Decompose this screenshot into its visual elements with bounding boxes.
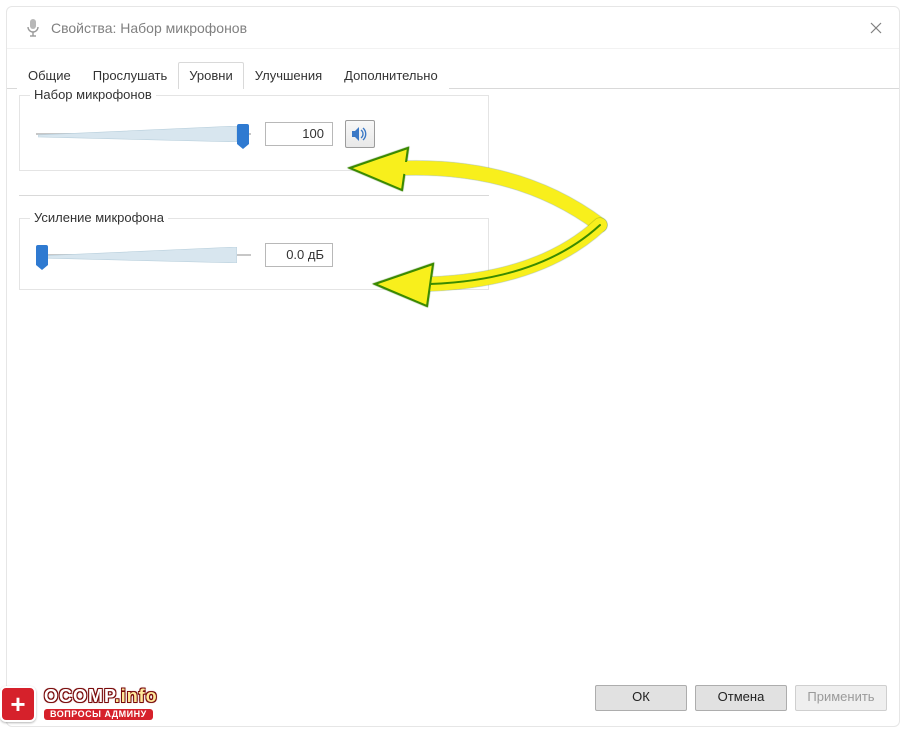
divider (19, 195, 489, 196)
mic-boost-value[interactable]: 0.0 дБ (265, 243, 333, 267)
apply-button: Применить (795, 685, 887, 711)
microphone-icon (25, 18, 41, 38)
speaker-icon (351, 126, 369, 142)
tab-levels[interactable]: Уровни (178, 62, 243, 89)
ok-button[interactable]: ОК (595, 685, 687, 711)
watermark-badge: + OCOMP.info ВОПРОСЫ АДМИНУ (0, 681, 158, 727)
tab-general[interactable]: Общие (17, 62, 82, 89)
window-title: Свойства: Набор микрофонов (51, 20, 247, 36)
group-mic-boost: Усиление микрофона 0.0 дБ (19, 218, 489, 290)
title-bar: Свойства: Набор микрофонов (7, 7, 899, 49)
tab-enhancements[interactable]: Улучшения (244, 62, 333, 89)
tab-listen[interactable]: Прослушать (82, 62, 179, 89)
properties-dialog: Свойства: Набор микрофонов Общие Прослуш… (6, 6, 900, 727)
cancel-button[interactable]: Отмена (695, 685, 787, 711)
mic-boost-slider[interactable] (36, 244, 251, 266)
group-mic-level: Набор микрофонов 100 (19, 95, 489, 171)
watermark-line2: ВОПРОСЫ АДМИНУ (44, 709, 153, 720)
tab-content: Набор микрофонов 100 (19, 95, 887, 670)
group-mic-level-title: Набор микрофонов (30, 87, 156, 102)
close-button[interactable] (853, 7, 899, 49)
mic-level-value[interactable]: 100 (265, 122, 333, 146)
watermark-line1: OCOMP.info (44, 687, 158, 705)
slider-thumb[interactable] (237, 124, 249, 144)
mic-level-slider[interactable] (36, 123, 251, 145)
slider-thumb[interactable] (36, 245, 48, 265)
plus-icon: + (0, 686, 36, 722)
tab-advanced[interactable]: Дополнительно (333, 62, 449, 89)
mute-button[interactable] (345, 120, 375, 148)
group-mic-boost-title: Усиление микрофона (30, 210, 168, 225)
tab-strip: Общие Прослушать Уровни Улучшения Дополн… (7, 59, 899, 89)
